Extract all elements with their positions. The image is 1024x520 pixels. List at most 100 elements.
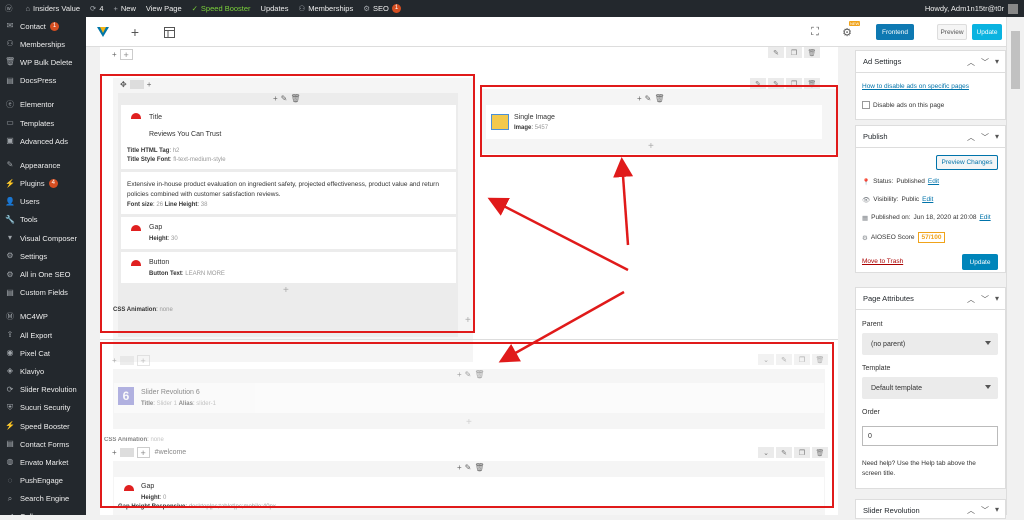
menu-item-contact-forms[interactable]: ▤ Contact Forms <box>0 435 86 453</box>
move-to-trash-link[interactable]: Move to Trash <box>862 258 903 265</box>
page-scrollbar[interactable] <box>1006 17 1024 515</box>
copy-icon[interactable]: ❐ <box>786 47 802 58</box>
chevron-down-icon[interactable]: ﹀ <box>981 294 989 305</box>
edit-date-link[interactable]: Edit <box>979 214 990 222</box>
menu-item-visual-composer[interactable]: ▾ Visual Composer <box>0 229 86 247</box>
menu-item-pushengage[interactable]: ◌ PushEngage <box>0 472 86 490</box>
menu-item-envato-market[interactable]: ◍ Envato Market <box>0 453 86 471</box>
new-content-link[interactable]: + New <box>108 0 140 17</box>
preview-changes-button[interactable]: Preview Changes <box>936 155 998 170</box>
menu-item-elementor[interactable]: ⓔ Elementor <box>0 96 86 114</box>
menu-item-speed-booster[interactable]: ⚡ Speed Booster <box>0 417 86 435</box>
trash-icon[interactable]: 🗑 <box>804 47 820 58</box>
chevron-down-icon[interactable]: ﹀ <box>981 132 989 143</box>
doc-icon: ▤ <box>6 75 14 85</box>
ad-settings-box: Ad Settings ︿ ﹀ ▾ How to disable ads on spe… <box>855 50 1006 120</box>
builder-logo-icon[interactable] <box>94 22 112 42</box>
vc-icon: ▾ <box>7 233 12 243</box>
disable-ads-link[interactable]: How to disable ads on specific pages <box>862 83 969 90</box>
fullscreen-icon[interactable]: ⛶ <box>806 22 824 42</box>
triangle-down-icon[interactable]: ▾ <box>995 57 999 68</box>
menu-item-tools[interactable]: 🔧 Tools <box>0 211 86 229</box>
menu-item-mc4wp[interactable]: Ⓜ MC4WP <box>0 308 86 326</box>
chevron-up-icon[interactable]: ︿ <box>967 505 975 516</box>
chevron-up-icon[interactable]: ︿ <box>967 132 975 143</box>
speed-booster-link[interactable]: ✓ Speed Booster <box>187 0 256 17</box>
site-name-link[interactable]: ⌂ Insiders Value <box>21 0 86 17</box>
menu-item-klaviyo[interactable]: ◈ Klaviyo <box>0 362 86 380</box>
box-header[interactable]: Page Attributes ︿ ﹀ ▾ <box>856 288 1005 310</box>
envato-icon: ◍ <box>6 457 14 467</box>
updates-link[interactable]: ⟳ 4 <box>85 0 108 17</box>
menu-item-collapse-menu[interactable]: ◀Collapse menu <box>0 508 86 515</box>
user-icon: 👤 <box>5 196 15 206</box>
updates-text-link[interactable]: Updates <box>256 0 294 17</box>
builder-canvas: + + ✎ ❐ 🗑 ✥ + + ✎ 🗑 Title Reviews You Can Trus… <box>100 47 838 515</box>
view-page-link[interactable]: View Page <box>141 0 187 17</box>
add-element-icon[interactable]: + <box>126 22 144 42</box>
menu-item-docspress[interactable]: ▤ DocsPress <box>0 72 86 90</box>
edit-status-link[interactable]: Edit <box>928 178 939 186</box>
preview-button[interactable]: Preview <box>937 24 967 40</box>
admin-bar: ⓦ ⌂ Insiders Value ⟳ 4 + New View Page ✓ Spe… <box>0 0 1024 17</box>
wp-logo[interactable]: ⓦ <box>0 0 21 17</box>
push-icon: ◌ <box>7 475 13 485</box>
klaviyo-icon: ◈ <box>6 366 14 376</box>
account-menu[interactable]: Howdy, Adm1n15tr@t0r <box>925 0 1018 17</box>
edit-visibility-link[interactable]: Edit <box>922 196 933 204</box>
publish-update-button[interactable]: Update <box>962 254 998 270</box>
menu-item-users[interactable]: 👤 Users <box>0 193 86 211</box>
menu-item-pixel-cat[interactable]: ◉ Pixel Cat <box>0 344 86 362</box>
triangle-down-icon[interactable]: ▾ <box>995 294 999 305</box>
menu-item-advanced-ads[interactable]: ▣ Advanced Ads <box>0 132 86 150</box>
menu-item-custom-fields[interactable]: ▤ Custom Fields <box>0 284 86 302</box>
disable-ads-checkbox[interactable] <box>862 101 870 109</box>
chevron-up-icon[interactable]: ︿ <box>967 294 975 305</box>
parent-label: Parent <box>862 321 883 328</box>
menu-item-contact[interactable]: ✉ Contact 1 <box>0 17 86 35</box>
add-column-button[interactable]: + <box>119 49 133 60</box>
triangle-down-icon[interactable]: ▾ <box>995 132 999 143</box>
eye-icon: 👁 <box>862 197 871 204</box>
row-controls-top: + + <box>112 49 133 60</box>
menu-item-wp-bulk-delete[interactable]: 🗑 WP Bulk Delete <box>0 53 86 71</box>
menu-item-plugins[interactable]: ⚡ Plugins 4 <box>0 175 86 193</box>
template-select[interactable]: Default template <box>862 377 998 399</box>
brush-icon: ✎ <box>6 160 14 170</box>
box-header[interactable]: Publish ︿ ﹀ ▾ <box>856 126 1005 148</box>
menu-item-memberships[interactable]: ⚇ Memberships <box>0 35 86 53</box>
update-button[interactable]: Update <box>972 24 1002 40</box>
chevron-down-icon[interactable]: ﹀ <box>981 505 989 516</box>
menu-item-templates[interactable]: ▭ Templates <box>0 114 86 132</box>
folder-icon: ▭ <box>6 118 14 128</box>
editor-sidebar: Ad Settings ︿ ﹀ ▾ How to disable ads on spe… <box>855 47 1006 519</box>
menu-item-all-in-one-seo[interactable]: ⚙ All in One SEO <box>0 265 86 283</box>
wrench-icon: 🔧 <box>5 214 15 224</box>
menu-item-sucuri-security[interactable]: ⛨ Sucuri Security <box>0 399 86 417</box>
menu-item-search-engine[interactable]: ⌕ Search Engine <box>0 490 86 508</box>
scrollbar-thumb[interactable] <box>1011 31 1020 89</box>
parent-select[interactable]: (no parent) <box>862 333 998 355</box>
menu-item-settings[interactable]: ⚙ Settings <box>0 247 86 265</box>
home-icon: ⌂ <box>25 4 31 13</box>
published-row: ▦ Published on: Jun 18, 2020 at 20:08 Edit <box>862 214 991 222</box>
plug-icon: ⚡ <box>5 178 15 188</box>
builder-toolbar: + ⛶ ⚙ NEW Frontend Preview Update <box>86 17 1006 47</box>
rocket-icon: ⚡ <box>5 421 15 431</box>
layout-icon[interactable] <box>160 22 178 42</box>
menu-item-slider-revolution[interactable]: ⟳ Slider Revolution <box>0 381 86 399</box>
chevron-up-icon[interactable]: ︿ <box>967 57 975 68</box>
frontend-button[interactable]: Frontend <box>876 24 914 40</box>
add-row-icon[interactable]: + <box>112 50 117 59</box>
box-header[interactable]: Slider Revolution ︿ ﹀ ▾ <box>856 500 1005 520</box>
order-input[interactable]: 0 <box>862 426 998 446</box>
pencil-icon[interactable]: ✎ <box>768 47 784 58</box>
chevron-down-icon[interactable]: ﹀ <box>981 57 989 68</box>
seo-link[interactable]: ⚙ SEO 1 <box>358 0 406 17</box>
triangle-down-icon[interactable]: ▾ <box>995 505 999 516</box>
menu-item-all-export[interactable]: ⇪ All Export <box>0 326 86 344</box>
box-header[interactable]: Ad Settings ︿ ﹀ ▾ <box>856 51 1005 73</box>
cat-icon: ◉ <box>6 348 14 358</box>
memberships-link[interactable]: ⚇ Memberships <box>293 0 358 17</box>
menu-item-appearance[interactable]: ✎ Appearance <box>0 156 86 174</box>
